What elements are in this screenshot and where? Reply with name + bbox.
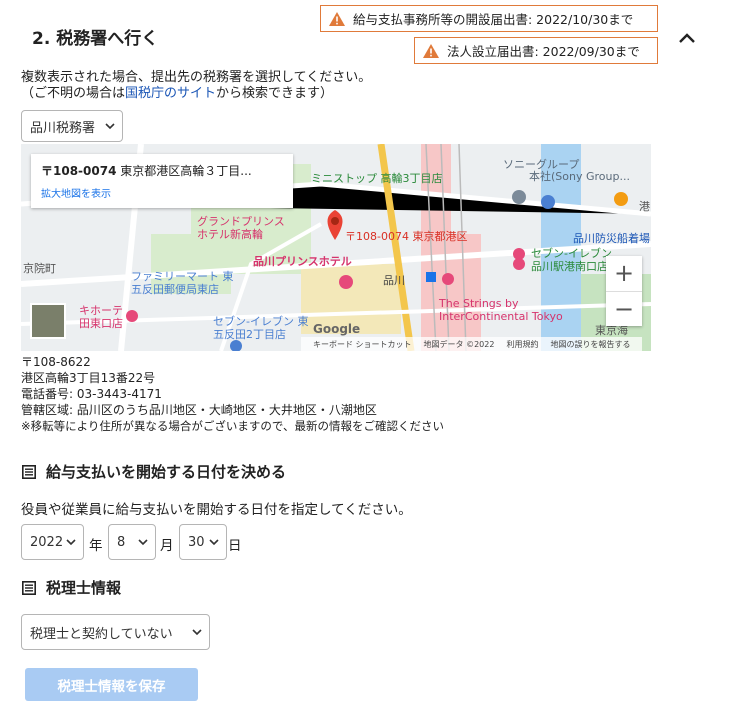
office-zip: 〒108-8622 [21, 355, 91, 369]
year-unit: 年 [89, 538, 103, 554]
month-value: 8 [117, 534, 126, 550]
warning-icon [329, 11, 345, 26]
list-icon [22, 464, 36, 479]
terms-link[interactable]: 利用規約 [506, 339, 538, 350]
enlarge-map-link[interactable]: 拡大地図を表示 [41, 185, 283, 200]
tax-office-info: 〒108-8622 港区高輪3丁目13番22号 電話番号: 03-3443-41… [21, 354, 444, 434]
intro-line: （ご不明の場合は国税庁のサイトから検索できます） [21, 86, 371, 102]
accountant-title: 税理士情報 [46, 579, 122, 597]
chevron-down-icon [105, 123, 115, 130]
deadline-badge-incorporation: 法人設立届出書: 2022/09/30まで [414, 37, 658, 64]
chevron-down-icon [66, 539, 76, 546]
map-embed[interactable]: 〒108-0074 東京都港区高輪３丁目... 拡大地図を表示 ソニーグループ … [21, 144, 651, 351]
chevron-down-icon [138, 539, 148, 546]
zoom-out-button[interactable]: − [606, 292, 642, 327]
map-label: 港 [639, 200, 650, 213]
map-card-zip: 〒108-0074 [41, 164, 117, 178]
map-label: 品川駅港南口店 [531, 260, 608, 273]
office-jurisdiction: 管轄区域: 品川区のうち品川地区・大崎地区・大井地区・八潮地区 [21, 403, 377, 417]
intro-line: 複数表示された場合、提出先の税務署を選択してください。 [21, 70, 372, 85]
year-select[interactable]: 2022 [21, 524, 84, 560]
map-label: 品川プリンスホテル [253, 255, 352, 268]
map-label: InterContinental Tokyo [439, 310, 563, 323]
page-title: 2. 税務署へ行く [32, 29, 159, 49]
map-label: 品川防災船着場 [573, 232, 650, 245]
map-label: 本社(Sony Group... [529, 170, 630, 183]
office-address: 港区高輪3丁目13番22号 [21, 371, 156, 385]
map-zoom-control: + − [606, 256, 642, 326]
intro-suffix: から検索できます） [216, 86, 334, 101]
deadline-text: 給与支払事務所等の開設届出書: 2022/10/30まで [353, 12, 634, 27]
map-info-card: 〒108-0074 東京都港区高輪３丁目... 拡大地図を表示 [31, 154, 293, 208]
map-label: 五反田2丁目店 [213, 328, 286, 341]
accountant-value: 税理士と契約していない [30, 626, 173, 642]
map-footer: キーボード ショートカット 地図データ ©2022 利用規約 地図の誤りを報告す… [301, 337, 643, 351]
map-label: 京院町 [23, 262, 56, 275]
day-select[interactable]: 30 [179, 524, 227, 560]
tax-office-select[interactable]: 品川税務署 [21, 110, 123, 142]
month-select[interactable]: 8 [108, 524, 156, 560]
google-logo: Google [313, 322, 361, 336]
satellite-thumbnail[interactable] [30, 303, 66, 339]
intro-text: 複数表示された場合、提出先の税務署を選択してください。 （ご不明の場合は国税庁の… [21, 70, 371, 102]
warning-icon [423, 43, 439, 58]
list-icon [22, 580, 36, 595]
report-error-link[interactable]: 地図の誤りを報告する [550, 339, 630, 350]
chevron-up-icon[interactable] [675, 28, 699, 48]
map-label: ホテル新高輪 [197, 228, 263, 241]
map-data-credit: 地図データ ©2022 [423, 339, 495, 349]
office-note: ※移転等により住所が異なる場合がございますので、最新の情報をご確認ください [21, 419, 444, 433]
year-value: 2022 [30, 534, 64, 550]
zoom-in-button[interactable]: + [606, 256, 642, 291]
intro-prefix: （ご不明の場合は [21, 86, 126, 101]
map-label: 〒108-0074 東京都港区 [345, 230, 468, 243]
day-value: 30 [188, 534, 205, 550]
accountant-heading: 税理士情報 [22, 577, 121, 598]
map-label: 五反田郵便局東店 [131, 283, 219, 296]
month-unit: 月 [160, 538, 174, 554]
chevron-down-icon [192, 629, 202, 636]
save-accountant-button[interactable]: 税理士情報を保存 [25, 668, 198, 701]
nta-site-link[interactable]: 国税庁のサイト [125, 86, 216, 101]
office-phone: 電話番号: 03-3443-4171 [21, 387, 162, 401]
payroll-description: 役員や従業員に給与支払いを開始する日付を指定してください。 [21, 502, 412, 518]
payroll-date-heading: 給与支払いを開始する日付を決める [22, 461, 286, 482]
tax-office-value: 品川税務署 [30, 120, 96, 136]
map-card-addr: 東京都港区高輪３丁目... [116, 164, 252, 178]
map-card-address: 〒108-0074 東京都港区高輪３丁目... [41, 162, 283, 179]
chevron-down-icon [209, 539, 219, 546]
map-label: The Strings by [439, 297, 519, 310]
map-label: ミニストップ 高輪3丁目店 [311, 172, 443, 185]
map-label: 田東口店 [79, 317, 123, 330]
day-unit: 日 [228, 538, 242, 554]
deadline-badge-payroll: 給与支払事務所等の開設届出書: 2022/10/30まで [320, 5, 658, 32]
accountant-select[interactable]: 税理士と契約していない [21, 614, 210, 650]
payroll-title: 給与支払いを開始する日付を決める [46, 463, 287, 481]
map-label: 品川 [383, 274, 405, 287]
deadline-text: 法人設立届出書: 2022/09/30まで [447, 44, 640, 59]
keyboard-shortcuts-link[interactable]: キーボード ショートカット [313, 339, 412, 350]
